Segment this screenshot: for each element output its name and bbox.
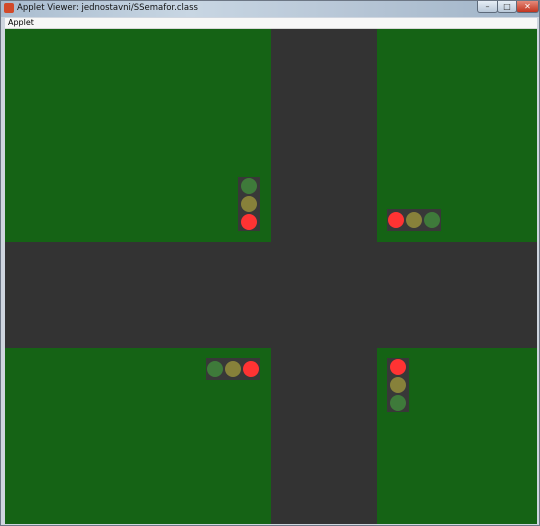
lamp-red <box>390 359 406 375</box>
traffic-light-north-east <box>387 209 441 231</box>
lamp-green <box>207 361 223 377</box>
window-title: Applet Viewer: jednostavni/SSemafor.clas… <box>17 3 198 13</box>
lamp-green <box>241 178 257 194</box>
traffic-light-south-east <box>387 358 409 412</box>
lamp-yellow <box>241 196 257 212</box>
menu-applet[interactable]: Applet <box>8 18 34 28</box>
lamp-red <box>241 214 257 230</box>
lamp-green <box>390 395 406 411</box>
maximize-button[interactable]: □ <box>497 1 517 13</box>
minimize-button[interactable]: – <box>477 1 498 13</box>
lamp-red <box>388 212 404 228</box>
lamp-green <box>424 212 440 228</box>
lamp-yellow <box>406 212 422 228</box>
lamp-yellow <box>225 361 241 377</box>
java-app-icon <box>4 3 14 13</box>
lamp-red <box>243 361 259 377</box>
road-horizontal <box>5 242 537 348</box>
traffic-light-north-west <box>238 177 260 231</box>
applet-viewer-window: Applet Viewer: jednostavni/SSemafor.clas… <box>0 0 540 526</box>
lamp-yellow <box>390 377 406 393</box>
menu-bar: Applet <box>5 18 537 29</box>
title-bar[interactable]: Applet Viewer: jednostavni/SSemafor.clas… <box>1 1 539 17</box>
applet-canvas <box>5 29 537 524</box>
close-button[interactable]: ✕ <box>516 1 539 13</box>
traffic-light-south-west <box>206 358 260 380</box>
